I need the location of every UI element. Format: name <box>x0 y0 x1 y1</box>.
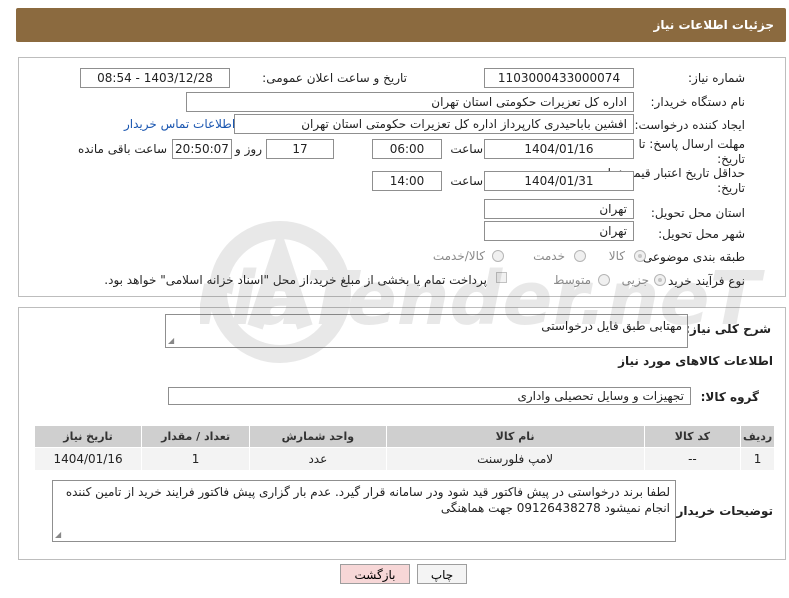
cell-name: لامپ فلورسنت <box>385 447 645 471</box>
col-unit: واحد شمارش <box>249 425 387 448</box>
process-option-medium: متوسط <box>553 273 591 287</box>
cell-code: -- <box>643 447 742 471</box>
category-radio-goods[interactable] <box>634 250 646 262</box>
goods-table: ردیف کد کالا نام کالا واحد شمارش تعداد /… <box>33 425 775 471</box>
goods-group-label: گروه کالا: <box>700 390 759 404</box>
treasury-payment-checkbox[interactable] <box>496 272 507 283</box>
process-option-minor: جزیی <box>621 273 649 287</box>
goods-group-field: تجهیزات و وسایل تحصیلی واداری <box>168 387 691 405</box>
price-validity-date: 1404/01/31 <box>484 171 634 191</box>
buyer-contact-link[interactable]: اطلاعات تماس خریدار <box>124 117 235 131</box>
buyer-notes-label: توضیحات خریدار: <box>671 504 773 518</box>
price-validity-time-label: ساعت <box>450 174 483 188</box>
category-option-service: خدمت <box>533 249 565 263</box>
delivery-city-field: تهران <box>484 221 634 241</box>
goods-section-title: اطلاعات کالاهای مورد نیاز <box>618 354 773 368</box>
remaining-time-label: ساعت باقی مانده <box>77 142 167 156</box>
category-label: طبقه بندی موضوعی: <box>638 250 745 264</box>
process-radio-minor[interactable] <box>654 274 666 286</box>
description-label: شرح کلی نیاز: <box>685 322 771 336</box>
goods-table-header: ردیف کد کالا نام کالا واحد شمارش تعداد /… <box>33 425 775 448</box>
buyer-notes-text: لطفا برند درخواستی در پیش فاکتور قید شود… <box>65 485 670 515</box>
reply-deadline-label: مهلت ارسال پاسخ: تا تاریخ: <box>638 137 745 166</box>
col-code: کد کالا <box>643 425 742 448</box>
process-radio-medium[interactable] <box>598 274 610 286</box>
treasury-payment-note: پرداخت تمام یا بخشی از مبلغ خرید،از محل … <box>104 273 487 287</box>
col-name: نام کالا <box>385 425 645 448</box>
col-date: تاریخ نیاز <box>33 425 143 448</box>
cell-qty: 1 <box>141 447 251 471</box>
page-title: جزئیات اطلاعات نیاز <box>653 18 774 32</box>
requester-field: افشین باباحیدری کارپرداز اداره کل تعزیرا… <box>234 114 634 134</box>
col-row: ردیف <box>740 425 775 448</box>
cell-row: 1 <box>740 447 775 471</box>
cell-unit: عدد <box>249 447 387 471</box>
print-button[interactable]: چاپ <box>417 564 467 584</box>
page-header: جزئیات اطلاعات نیاز <box>16 8 786 42</box>
delivery-province-field: تهران <box>484 199 634 219</box>
category-radio-service[interactable] <box>574 250 586 262</box>
buyer-notes-field: لطفا برند درخواستی در پیش فاکتور قید شود… <box>52 480 676 542</box>
reply-deadline-date: 1404/01/16 <box>484 139 634 159</box>
buyer-org-field: اداره کل تعزیرات حکومتی استان تهران <box>186 92 634 112</box>
process-type-label: نوع فرآیند خرید : <box>660 274 745 288</box>
textarea-resize-icon[interactable]: ◢ <box>55 531 61 539</box>
price-validity-time: 14:00 <box>372 171 442 191</box>
announce-datetime-label: تاریخ و ساعت اعلان عمومی: <box>262 71 407 85</box>
buyer-org-label: نام دستگاه خریدار: <box>650 95 746 109</box>
need-number-field: 1103000433000074 <box>484 68 634 88</box>
announce-datetime-field: 1403/12/28 - 08:54 <box>80 68 230 88</box>
category-option-goods-service: کالا/خدمت <box>432 249 485 263</box>
back-button[interactable]: بازگشت <box>340 564 410 584</box>
delivery-city-label: شهر محل تحویل: <box>658 227 745 241</box>
description-field: مهتابی طبق فایل درخواستی ◢ <box>165 314 688 348</box>
col-qty: تعداد / مقدار <box>141 425 251 448</box>
description-text: مهتابی طبق فایل درخواستی <box>541 319 682 333</box>
remaining-days-label: روز و <box>235 142 262 156</box>
need-number-label: شماره نیاز: <box>688 71 745 85</box>
cell-date: 1404/01/16 <box>33 447 143 471</box>
reply-deadline-time: 06:00 <box>372 139 442 159</box>
table-row: 1 -- لامپ فلورسنت عدد 1 1404/01/16 <box>33 447 775 471</box>
remaining-time: 20:50:07 <box>172 139 232 159</box>
requester-label: ایجاد کننده درخواست: <box>634 118 745 132</box>
category-radio-goods-service[interactable] <box>492 250 504 262</box>
category-option-goods: کالا <box>608 249 625 263</box>
textarea-resize-icon[interactable]: ◢ <box>168 337 174 345</box>
delivery-province-label: استان محل تحویل: <box>650 206 745 220</box>
reply-deadline-time-label: ساعت <box>450 142 483 156</box>
remaining-days: 17 <box>266 139 334 159</box>
